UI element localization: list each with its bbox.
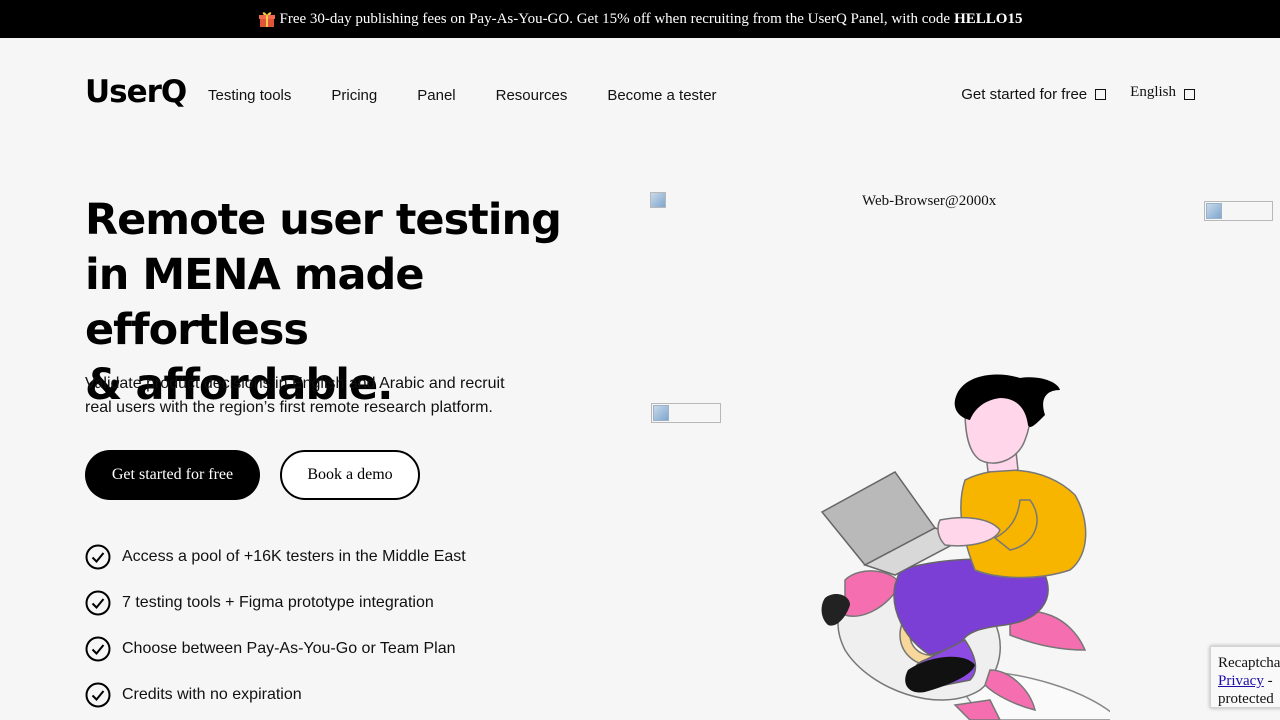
recaptcha-separator: - [1263, 673, 1273, 689]
nav-panel[interactable]: Panel [417, 87, 455, 104]
get-started-button[interactable]: Get started for free [85, 450, 260, 500]
arrow-placeholder-icon [1095, 89, 1107, 100]
header-get-started-link[interactable]: Get started for free [961, 86, 1107, 103]
web-browser-image: Web-Browser@2000x [650, 190, 1210, 218]
broken-image-left [651, 403, 721, 423]
tester-on-rocket-illustration [820, 374, 1110, 720]
check-circle-icon [85, 636, 111, 662]
promo-code: HELLO15 [954, 10, 1023, 27]
feature-text: 7 testing tools + Figma prototype integr… [122, 594, 434, 611]
recaptcha-protected: protected [1218, 691, 1274, 707]
check-circle-icon [85, 544, 111, 570]
promo-bar: Free 30-day publishing fees on Pay-As-Yo… [0, 0, 1280, 38]
web-browser-image-alt: Web-Browser@2000x [862, 193, 997, 209]
recaptcha-privacy-link[interactable]: Privacy [1218, 673, 1264, 689]
chevron-placeholder-icon [1184, 88, 1195, 100]
nav-become-tester[interactable]: Become a tester [607, 87, 716, 104]
language-selector[interactable]: English [1130, 84, 1195, 101]
hero-title-line-2: in MENA made effortless [85, 250, 425, 355]
header-get-started-label: Get started for free [961, 86, 1088, 103]
check-circle-icon [85, 682, 111, 708]
broken-image-top-right [1204, 201, 1273, 221]
header-actions: Get started for free English [961, 84, 1195, 103]
book-demo-button[interactable]: Book a demo [280, 450, 420, 500]
hero-subtitle: Validate product decisions in English an… [85, 375, 505, 416]
nav-testing-tools[interactable]: Testing tools [208, 87, 291, 104]
userq-logo[interactable]: UserQ [85, 74, 187, 110]
recaptcha-label: Recaptcha [1218, 655, 1280, 671]
feature-text: Access a pool of +16K testers in the Mid… [122, 548, 466, 565]
feature-item: 7 testing tools + Figma prototype integr… [85, 580, 466, 626]
feature-item: Choose between Pay-As-You-Go or Team Pla… [85, 626, 466, 672]
check-circle-icon [85, 590, 111, 616]
main-nav: Testing tools Pricing Panel Resources Be… [208, 87, 717, 104]
broken-image-icon [650, 192, 666, 208]
language-label: English [1130, 84, 1176, 100]
feature-text: Credits with no expiration [122, 686, 302, 703]
promo-text: Free 30-day publishing fees on Pay-As-Yo… [279, 10, 951, 27]
feature-list: Access a pool of +16K testers in the Mid… [85, 534, 466, 718]
feature-item: Credits with no expiration [85, 672, 466, 718]
gift-icon [258, 12, 275, 27]
feature-item: Access a pool of +16K testers in the Mid… [85, 534, 466, 580]
site-header: UserQ Testing tools Pricing Panel Resour… [0, 38, 1280, 148]
recaptcha-badge: Recaptcha Privacy - protected [1210, 646, 1280, 708]
nav-pricing[interactable]: Pricing [331, 87, 377, 104]
feature-text: Choose between Pay-As-You-Go or Team Pla… [122, 640, 456, 657]
hero-title-line-1: Remote user testing [85, 195, 562, 245]
nav-resources[interactable]: Resources [496, 87, 568, 104]
